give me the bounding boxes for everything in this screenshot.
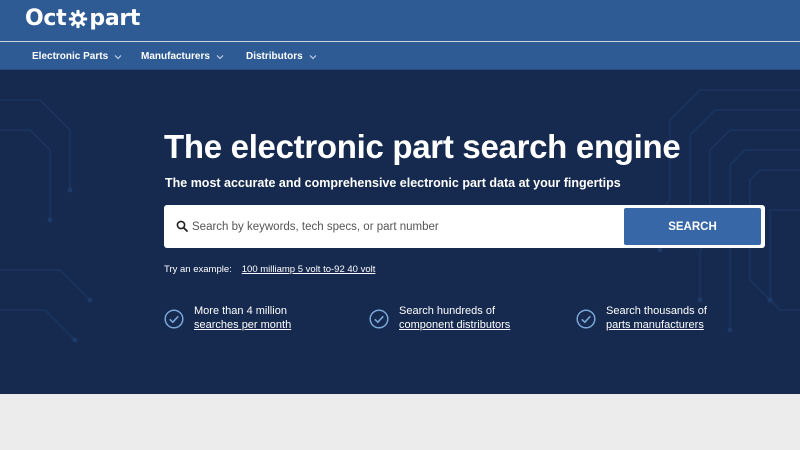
check-circle-icon xyxy=(164,309,184,329)
feature-distributors: Search hundreds of component distributor… xyxy=(369,304,510,332)
top-header: Oct part xyxy=(0,0,800,42)
nav-electronic-parts[interactable]: Electronic Parts xyxy=(32,51,122,62)
feature-manufacturers: Search thousands of parts manufacturers xyxy=(576,304,707,332)
check-circle-icon xyxy=(576,309,596,329)
example-query: Try an example: 100 milliamp 5 volt to-92… xyxy=(164,264,375,275)
example-link[interactable]: 100 milliamp 5 volt to-92 40 volt xyxy=(242,264,376,275)
example-prefix: Try an example: xyxy=(164,264,232,275)
feature-line: Search thousands of xyxy=(606,305,707,317)
feature-line: Search hundreds of xyxy=(399,305,496,317)
feature-text: Search hundreds of component distributor… xyxy=(399,304,510,332)
search-bar: SEARCH xyxy=(164,205,765,248)
nav-item-label: Manufacturers xyxy=(141,51,210,62)
logo-text-right: part xyxy=(89,6,141,31)
chevron-down-icon xyxy=(309,54,317,59)
nav-item-label: Electronic Parts xyxy=(32,51,109,62)
logo-text-left: Oct xyxy=(25,6,67,31)
search-button[interactable]: SEARCH xyxy=(624,208,761,245)
feature-link-manufacturers[interactable]: parts manufacturers xyxy=(606,319,704,331)
feature-searches: More than 4 million searches per month xyxy=(164,304,291,332)
chevron-down-icon xyxy=(216,54,224,59)
check-circle-icon xyxy=(369,309,389,329)
octopart-logo[interactable]: Oct part xyxy=(25,6,140,31)
nav-distributors[interactable]: Distributors xyxy=(246,51,317,62)
search-input[interactable] xyxy=(192,207,622,246)
search-icon xyxy=(176,220,188,232)
chevron-down-icon xyxy=(114,54,122,59)
page-subtitle: The most accurate and comprehensive elec… xyxy=(165,176,621,190)
octopus-gear-icon xyxy=(69,9,88,28)
hero-section: The electronic part search engine The mo… xyxy=(0,70,800,394)
nav-manufacturers[interactable]: Manufacturers xyxy=(141,51,224,62)
nav-item-label: Distributors xyxy=(246,51,303,62)
page-title: The electronic part search engine xyxy=(164,128,681,165)
feature-link-distributors[interactable]: component distributors xyxy=(399,319,510,331)
main-nav: Electronic Parts Manufacturers Distribut… xyxy=(0,42,800,70)
feature-text: Search thousands of parts manufacturers xyxy=(606,304,707,332)
feature-text: More than 4 million searches per month xyxy=(194,304,291,332)
feature-link-searches[interactable]: searches per month xyxy=(194,319,291,331)
feature-line: More than 4 million xyxy=(194,305,287,317)
